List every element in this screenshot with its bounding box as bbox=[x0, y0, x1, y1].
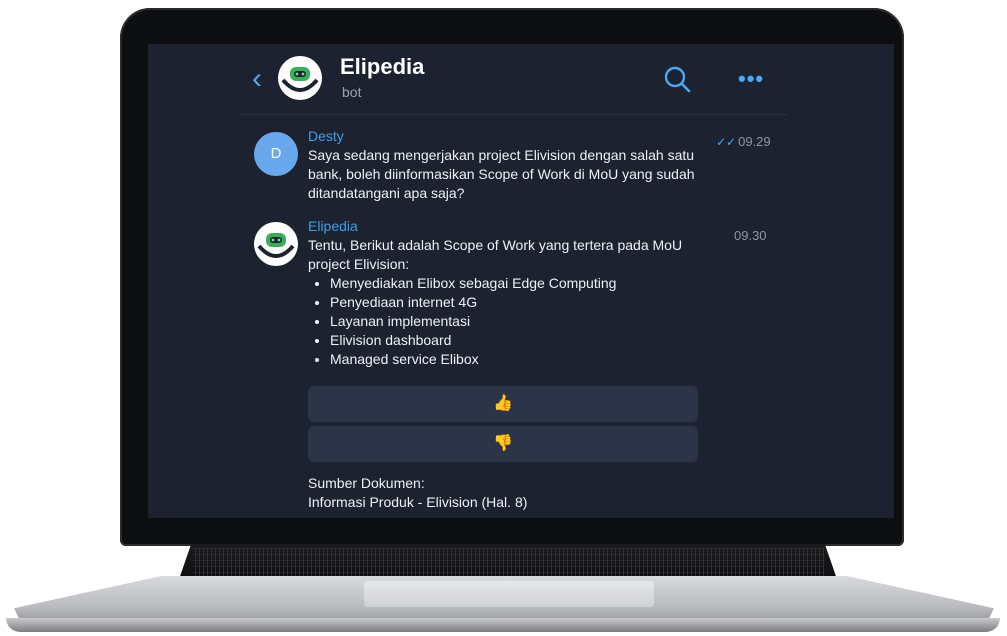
message-time: ✓✓ 09.29 bbox=[716, 134, 771, 149]
avatar-desty[interactable]: D bbox=[254, 132, 298, 176]
more-horizontal-icon[interactable]: ••• bbox=[738, 66, 764, 92]
chat-subtitle: bot bbox=[342, 84, 362, 100]
thumbs-up-button[interactable]: 👍 bbox=[308, 386, 698, 422]
message-text: Tentu, Berikut adalah Scope of Work yang… bbox=[308, 236, 688, 369]
bot-avatar[interactable] bbox=[278, 56, 322, 100]
robot-icon bbox=[255, 223, 297, 265]
source-label: Sumber Dokumen: bbox=[308, 475, 425, 491]
chevron-left-icon[interactable]: ‹ bbox=[252, 64, 276, 94]
source-value: Informasi Produk - Elivision (Hal. 8) bbox=[308, 494, 528, 510]
robot-icon bbox=[279, 57, 321, 99]
time-text: 09.29 bbox=[738, 134, 771, 149]
trackpad bbox=[364, 581, 654, 607]
laptop-base-lip bbox=[6, 618, 1000, 632]
message-intro: Tentu, Berikut adalah Scope of Work yang… bbox=[308, 237, 683, 272]
thumbs-down-icon: 👎 bbox=[493, 435, 513, 452]
list-item: Menyediakan Elibox sebagai Edge Computin… bbox=[330, 274, 688, 293]
bot-avatar-small[interactable] bbox=[254, 222, 298, 266]
read-check-icon: ✓✓ bbox=[716, 135, 737, 149]
thumbs-down-button[interactable]: 👎 bbox=[308, 426, 698, 462]
list-item: Managed service Elibox bbox=[330, 350, 688, 369]
thumbs-up-icon: 👍 bbox=[493, 395, 513, 412]
list-item: Layanan implementasi bbox=[330, 312, 688, 331]
message-sender[interactable]: Elipedia bbox=[308, 218, 358, 234]
list-item: Penyediaan internet 4G bbox=[330, 293, 688, 312]
chat-header: ‹ Elipedia bot ••• bbox=[238, 44, 788, 115]
list-item: Elivision dashboard bbox=[330, 331, 688, 350]
message-time: 09.30 bbox=[734, 228, 767, 243]
keyboard bbox=[192, 548, 824, 578]
scope-list: Menyediakan Elibox sebagai Edge Computin… bbox=[308, 274, 688, 369]
chat-screen: ‹ Elipedia bot ••• D Desty Saya sedang m… bbox=[148, 44, 894, 518]
message-text: Saya sedang mengerjakan project Elivisio… bbox=[308, 147, 695, 201]
message-sender[interactable]: Desty bbox=[308, 128, 344, 144]
chat-title: Elipedia bbox=[340, 54, 425, 79]
laptop-mockup: ‹ Elipedia bot ••• D Desty Saya sedang m… bbox=[0, 0, 1007, 636]
search-icon[interactable] bbox=[662, 64, 692, 94]
